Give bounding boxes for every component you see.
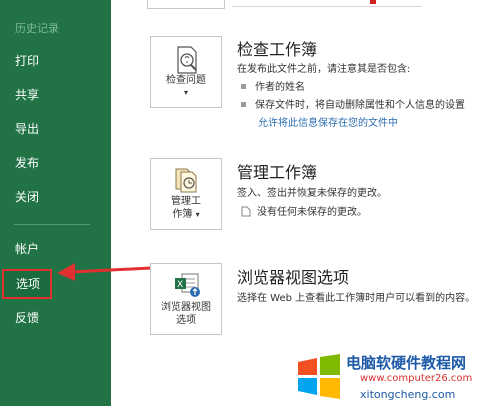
browser-view-options-label-2: 选项 [176,315,196,326]
scroll-indicator [370,0,376,4]
manage-title: 管理工作簿 [237,163,318,182]
browser-view-options-label-1: 浏览器视图 [161,302,211,313]
manage-workbook-icon [175,168,197,193]
browser-description: 选择在 Web 上查看此工作簿时用户可以看到的内容。 [237,293,476,304]
manage-note: 没有任何未保存的更改。 [241,203,367,218]
document-icon [241,206,251,217]
nav-print[interactable]: 打印 [0,46,111,76]
browser-view-options-button[interactable]: X 浏览器视图 选项 [150,263,222,335]
inspect-description: 在发布此文件之前，请注意其是否包含: [237,64,411,75]
nav-divider [14,224,90,225]
inspect-issues-button[interactable]: 检查问题 ▾ [150,36,222,108]
inspect-issues-label: 检查问题 [166,75,206,86]
allow-save-info-link[interactable]: 允许将此信息保存在您的文件中 [258,114,398,129]
manage-workbook-label-2: 作簿 ▾ [151,209,221,221]
chevron-down-icon: ▾ [195,210,200,219]
manage-workbook-button[interactable]: 管理工 作簿 ▾ [150,158,222,230]
manage-note-text: 没有任何未保存的更改。 [257,207,367,218]
inspect-title: 检查工作簿 [237,40,318,59]
browser-title: 浏览器视图选项 [237,268,350,287]
annotation-arrow [57,263,152,281]
chevron-down-icon: ▾ [183,88,188,97]
bullet-text: 保存文件时，将自动删除属性和个人信息的设置 [255,100,465,111]
watermark-title: 电脑软硬件教程网 [346,354,467,372]
site-watermark: 电脑软硬件教程网 www.computer26.com xitongcheng.… [296,348,500,406]
nav-share[interactable]: 共享 [0,80,111,110]
inspect-document-icon [177,46,197,74]
nav-close[interactable]: 关闭 [0,182,111,212]
svg-text:X: X [177,280,183,290]
backstage-sidebar: 历史记录 打印 共享 导出 发布 关闭 帐户 选项 反馈 [0,0,111,406]
section-divider [232,6,422,7]
bullet-square-icon [241,84,246,89]
manage-workbook-label-text: 作簿 [172,209,193,220]
watermark-url: www.computer26.com [360,373,473,384]
watermark-domain: xitongcheng.com [360,388,456,401]
bullet-square-icon [241,102,246,107]
nav-options[interactable]: 选项 [2,269,52,299]
excel-web-icon: X [175,273,200,297]
inspect-bullet-author: 作者的姓名 [241,78,305,93]
bullet-text: 作者的姓名 [255,82,305,93]
manage-workbook-label-1: 管理工 [171,196,201,207]
nav-export[interactable]: 导出 [0,114,111,144]
windows-logo-icon [298,354,340,399]
nav-feedback[interactable]: 反馈 [0,303,111,333]
manage-description: 签入、签出并恢复未保存的更改。 [237,188,387,199]
inspect-bullet-properties: 保存文件时，将自动删除属性和个人信息的设置 [241,96,465,111]
nav-publish[interactable]: 发布 [0,148,111,178]
nav-history[interactable]: 历史记录 [0,14,111,44]
previous-tile-edge [147,0,225,9]
